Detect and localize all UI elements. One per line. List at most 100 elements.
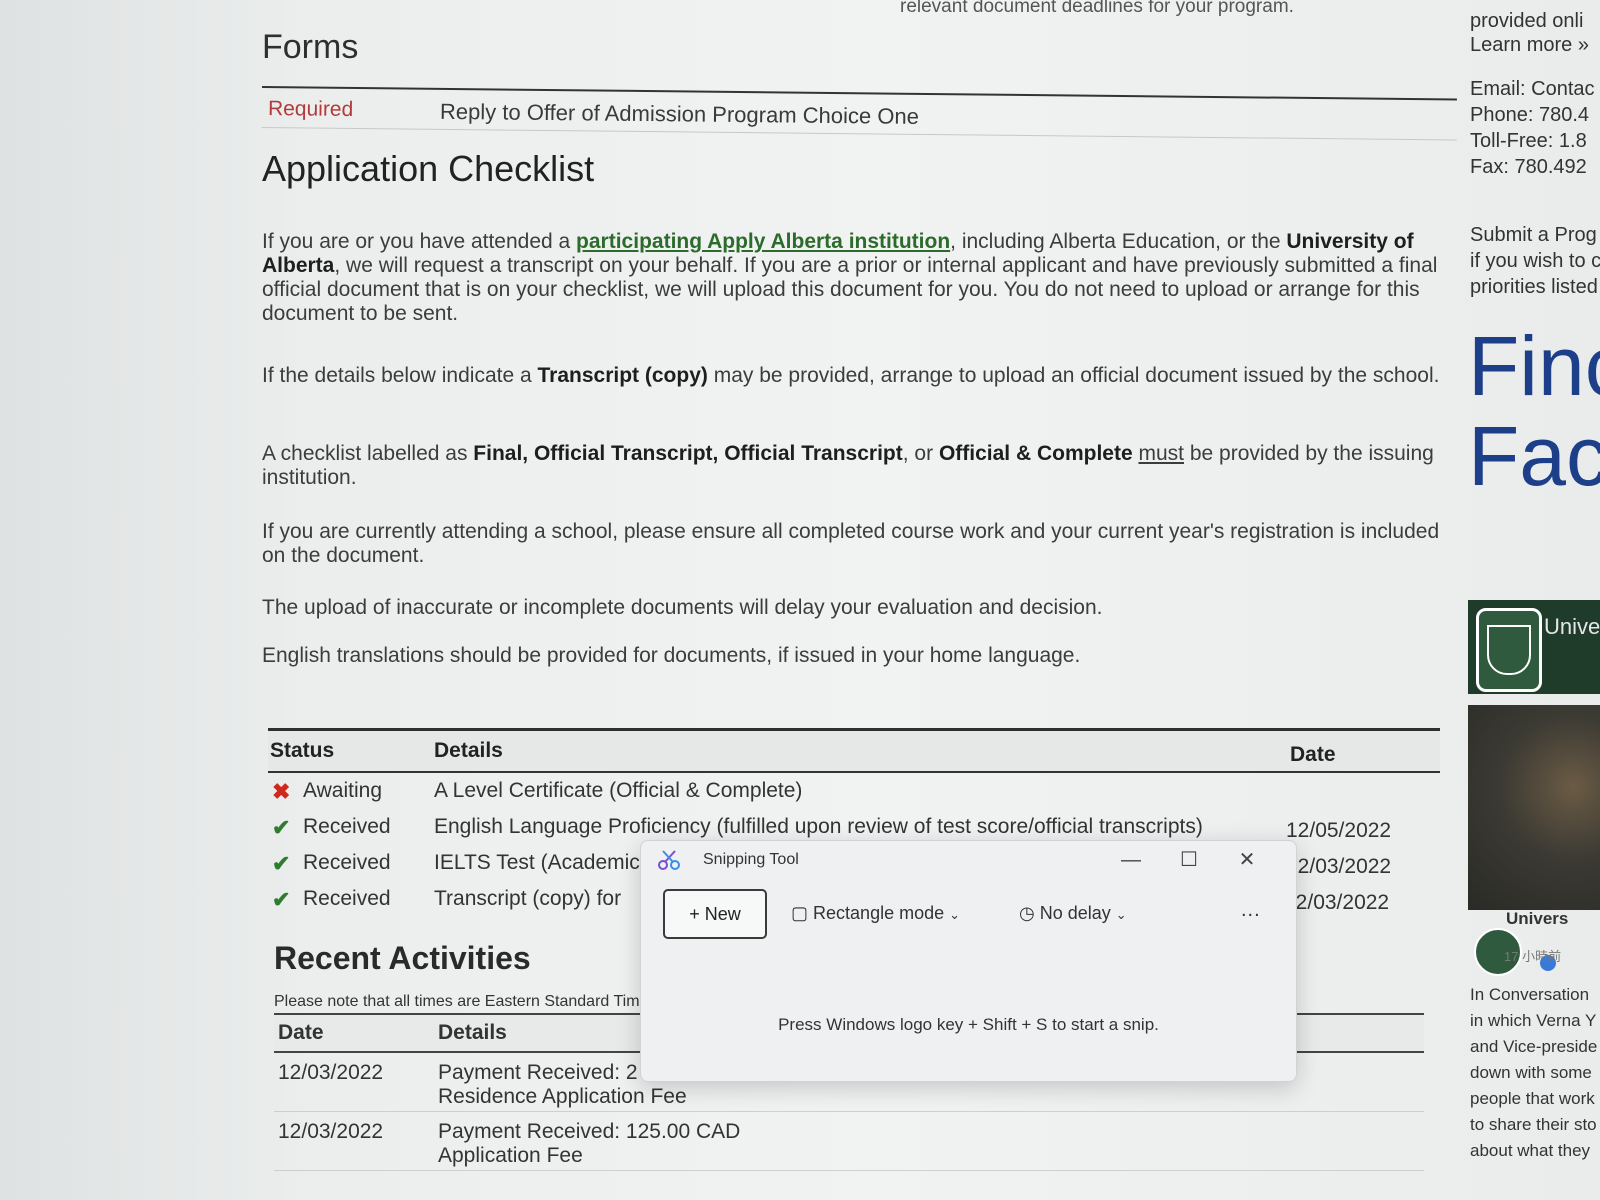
snip-mode-dropdown[interactable]: ▢ Rectangle mode ⌄ bbox=[791, 903, 960, 924]
p1-text-c: , we will request a transcript on your b… bbox=[262, 254, 1438, 325]
sidebar-big-heading: Finc bbox=[1468, 319, 1600, 413]
post-text: about what they bbox=[1470, 1141, 1591, 1160]
row-status: Received bbox=[303, 851, 391, 874]
post-text: to share their sto bbox=[1470, 1115, 1597, 1134]
row-details: Transcript (copy) for bbox=[434, 887, 622, 910]
more-options-button[interactable]: ... bbox=[1241, 899, 1261, 922]
video-thumbnail[interactable] bbox=[1468, 705, 1600, 910]
chevron-down-icon: ⌄ bbox=[949, 907, 961, 922]
activity-line-1: Payment Received: 2 bbox=[438, 1061, 638, 1084]
status-column-header: Status bbox=[270, 739, 335, 762]
table-row: ✖ Awaiting A Level Certificate (Official… bbox=[268, 773, 1440, 809]
clock-icon: ◷ bbox=[1019, 903, 1035, 923]
official-transcript-paragraph: A checklist labelled as Final, Official … bbox=[262, 442, 1442, 490]
p1-text-a: If you are or you have attended a bbox=[262, 230, 577, 253]
row-date: 12/05/2022 bbox=[1286, 819, 1392, 842]
p3-underline: must bbox=[1138, 442, 1184, 465]
forms-status: Required bbox=[267, 97, 354, 121]
contact-email[interactable]: Email: Contac bbox=[1470, 76, 1595, 102]
recent-date-header: Date bbox=[278, 1021, 324, 1044]
sidebar-text: priorities listed bbox=[1470, 276, 1598, 298]
activity-date: 12/03/2022 bbox=[278, 1061, 384, 1084]
post-author[interactable]: Univers bbox=[1506, 906, 1568, 932]
recent-details-header: Details bbox=[438, 1021, 507, 1044]
row-status: Received bbox=[303, 887, 391, 910]
reply-offer-link[interactable]: Reply to Offer of Admission Program Choi… bbox=[440, 99, 919, 130]
row-details: IELTS Test (Academic bbox=[434, 851, 640, 874]
p2-text-b: may be provided, arrange to upload an of… bbox=[707, 364, 1440, 387]
deadline-text: relevant document deadlines for your pro… bbox=[900, 0, 1294, 17]
date-column-header: Date bbox=[1290, 743, 1336, 766]
table-row: 12/03/2022 Payment Received: 125.00 CAD … bbox=[274, 1112, 1424, 1171]
p2-text-a: If the details below indicate a bbox=[262, 364, 538, 387]
translations-paragraph: English translations should be provided … bbox=[262, 644, 1081, 667]
delay-label: No delay bbox=[1039, 903, 1111, 923]
activity-details: Payment Received: 125.00 CAD Application… bbox=[438, 1120, 740, 1168]
row-status: Awaiting bbox=[303, 779, 382, 802]
check-icon: ✔ bbox=[272, 887, 291, 912]
post-time: 17 小時前 bbox=[1504, 949, 1562, 964]
apply-alberta-link[interactable]: participating Apply Alberta institution bbox=[576, 230, 950, 253]
post-text: and Vice-preside bbox=[1470, 1037, 1598, 1056]
ua-banner-label: Unive bbox=[1544, 614, 1600, 639]
forms-heading: Forms bbox=[262, 28, 359, 66]
new-snip-button[interactable]: + New bbox=[663, 889, 767, 939]
p3-text-b: , or bbox=[902, 442, 939, 465]
snipping-tool-title: Snipping Tool bbox=[703, 851, 799, 868]
sidebar-text: if you wish to c bbox=[1470, 250, 1600, 272]
post-text: people that work bbox=[1470, 1089, 1595, 1108]
row-details: A Level Certificate (Official & Complete… bbox=[434, 779, 803, 802]
checklist-table-header: Status Details Date bbox=[268, 731, 1440, 773]
activity-line-2: Application Fee bbox=[438, 1144, 583, 1167]
mode-label: Rectangle mode bbox=[813, 903, 945, 923]
learn-more-link[interactable]: Learn more » bbox=[1470, 32, 1589, 58]
forms-row: Required Reply to Offer of Admission Pro… bbox=[261, 93, 1458, 141]
activity-line-1: Payment Received: 125.00 CAD bbox=[438, 1120, 741, 1143]
new-label: New bbox=[704, 904, 741, 924]
row-date: 12/03/2022 bbox=[1284, 891, 1390, 914]
contact-tollfree: Toll-Free: 1.8 bbox=[1470, 130, 1587, 152]
post-text: In Conversation bbox=[1470, 985, 1590, 1004]
post-text: in which Verna Y bbox=[1470, 1011, 1597, 1030]
ua-crest-icon bbox=[1476, 608, 1542, 692]
transcript-info-paragraph: If you are or you have attended a partic… bbox=[262, 230, 1442, 326]
timezone-note: Please note that all times are Eastern S… bbox=[274, 993, 649, 1010]
right-sidebar: provided onli Learn more » Email: Contac… bbox=[1468, 0, 1600, 1200]
check-icon: ✔ bbox=[272, 815, 291, 840]
row-date: 12/03/2022 bbox=[1286, 855, 1392, 878]
scissors-icon bbox=[658, 850, 680, 870]
sidebar-big-heading: Fac bbox=[1468, 409, 1600, 503]
plus-icon: + bbox=[689, 904, 700, 924]
current-school-paragraph: If you are currently attending a school,… bbox=[262, 520, 1440, 567]
inaccurate-docs-paragraph: The upload of inaccurate or incomplete d… bbox=[262, 596, 1103, 619]
x-icon: ✖ bbox=[272, 779, 291, 804]
details-column-header: Details bbox=[434, 739, 503, 762]
row-details: English Language Proficiency (fulfilled … bbox=[434, 815, 1203, 838]
post-text: down with some bbox=[1470, 1063, 1592, 1082]
ua-social-banner[interactable]: Unive bbox=[1468, 600, 1600, 694]
row-status: Received bbox=[303, 815, 391, 838]
p2-bold: Transcript (copy) bbox=[537, 364, 708, 387]
p3-text-a: A checklist labelled as bbox=[262, 442, 474, 465]
contact-fax: Fax: 780.492 bbox=[1470, 156, 1587, 178]
activity-date: 12/03/2022 bbox=[278, 1120, 384, 1143]
p3-bold-2: Official & Complete bbox=[938, 442, 1133, 465]
p1-text-b: , including Alberta Education, or the bbox=[950, 230, 1287, 253]
chevron-down-icon: ⌄ bbox=[1115, 907, 1127, 922]
maximize-button[interactable]: ☐ bbox=[1169, 845, 1209, 875]
rectangle-icon: ▢ bbox=[791, 903, 809, 923]
recent-activities-heading: Recent Activities bbox=[274, 940, 531, 976]
snip-shortcut-hint: Press Windows logo key + Shift + S to st… bbox=[778, 1015, 1159, 1034]
browser-page: relevant document deadlines for your pro… bbox=[0, 0, 1600, 1200]
p3-bold-1: Final, Official Transcript, Official Tra… bbox=[473, 442, 903, 465]
minimize-button[interactable]: — bbox=[1111, 845, 1151, 875]
contact-phone: Phone: 780.4 bbox=[1470, 104, 1589, 126]
activity-line-2: Residence Application Fee bbox=[438, 1085, 687, 1108]
check-icon: ✔ bbox=[272, 851, 291, 876]
sidebar-text: Submit a Prog bbox=[1470, 224, 1597, 246]
snipping-tool-window: Snipping Tool — ☐ ✕ + New ▢ Rectangle mo… bbox=[640, 840, 1297, 1082]
close-button[interactable]: ✕ bbox=[1227, 845, 1267, 875]
delay-dropdown[interactable]: ◷ No delay ⌄ bbox=[1019, 903, 1127, 924]
transcript-copy-paragraph: If the details below indicate a Transcri… bbox=[262, 364, 1442, 388]
sidebar-text: provided onli bbox=[1470, 10, 1584, 32]
